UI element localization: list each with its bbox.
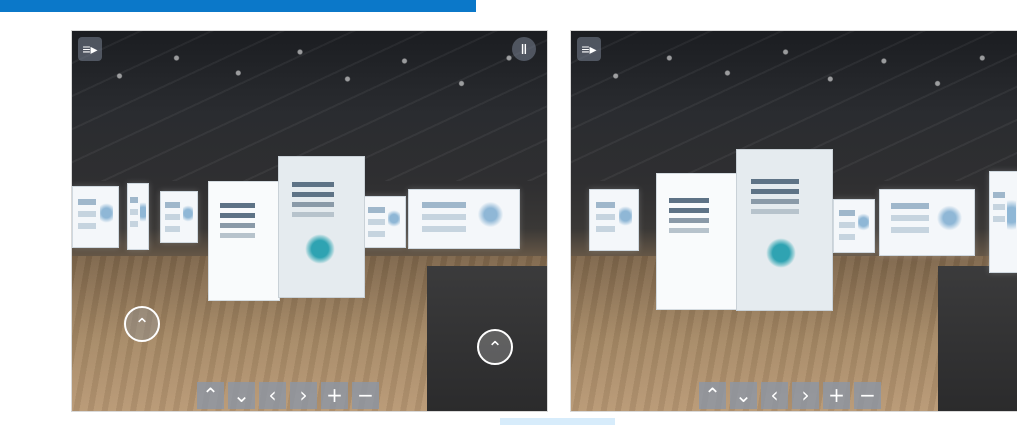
chevron-up-circle-icon[interactable]: ⌃: [477, 329, 513, 365]
caption-highlight: [500, 418, 615, 425]
menu-expand-icon[interactable]: ≡▸: [577, 37, 601, 61]
poster-panel[interactable]: [989, 171, 1017, 273]
down-icon[interactable]: ⌄: [228, 382, 255, 409]
poster-panel[interactable]: [589, 189, 639, 251]
down-icon[interactable]: ⌄: [730, 382, 757, 409]
right-icon[interactable]: ›: [792, 382, 819, 409]
left-icon[interactable]: ‹: [259, 382, 286, 409]
carpet-floor: [938, 266, 1017, 411]
poster-panel[interactable]: [408, 189, 520, 249]
up-icon[interactable]: ⌃: [699, 382, 726, 409]
navigation-controls: ⌃ ⌄ ‹ › + −: [699, 382, 881, 409]
zoom-in-icon[interactable]: +: [823, 382, 850, 409]
poster-cube-face-left[interactable]: [656, 173, 738, 310]
header-accent-bar: [0, 0, 476, 12]
zoom-out-icon[interactable]: −: [854, 382, 881, 409]
virtual-tour-viewer-left[interactable]: ≡▸ Ⅱ ⌃ ⌃ ⌃ ⌄ ‹ › + −: [71, 30, 548, 412]
menu-expand-icon[interactable]: ≡▸: [78, 37, 102, 61]
zoom-out-icon[interactable]: −: [352, 382, 379, 409]
virtual-tour-viewer-right[interactable]: ≡▸ ⌃ ⌄ ‹ › + −: [570, 30, 1017, 412]
poster-panel[interactable]: [362, 196, 406, 248]
up-icon[interactable]: ⌃: [197, 382, 224, 409]
right-icon[interactable]: ›: [290, 382, 317, 409]
zoom-in-icon[interactable]: +: [321, 382, 348, 409]
left-icon[interactable]: ‹: [761, 382, 788, 409]
pause-icon[interactable]: Ⅱ: [512, 37, 536, 61]
poster-cube-face-left[interactable]: [208, 181, 280, 301]
poster-panel[interactable]: [833, 199, 875, 253]
chevron-up-circle-icon[interactable]: ⌃: [124, 306, 160, 342]
poster-cube-face-right[interactable]: [278, 156, 365, 298]
poster-panel[interactable]: [879, 189, 975, 256]
poster-panel[interactable]: [160, 191, 198, 243]
poster-cube-face-right[interactable]: [736, 149, 833, 311]
poster-panel[interactable]: [127, 183, 149, 250]
navigation-controls: ⌃ ⌄ ‹ › + −: [197, 382, 379, 409]
poster-panel[interactable]: [72, 186, 119, 248]
